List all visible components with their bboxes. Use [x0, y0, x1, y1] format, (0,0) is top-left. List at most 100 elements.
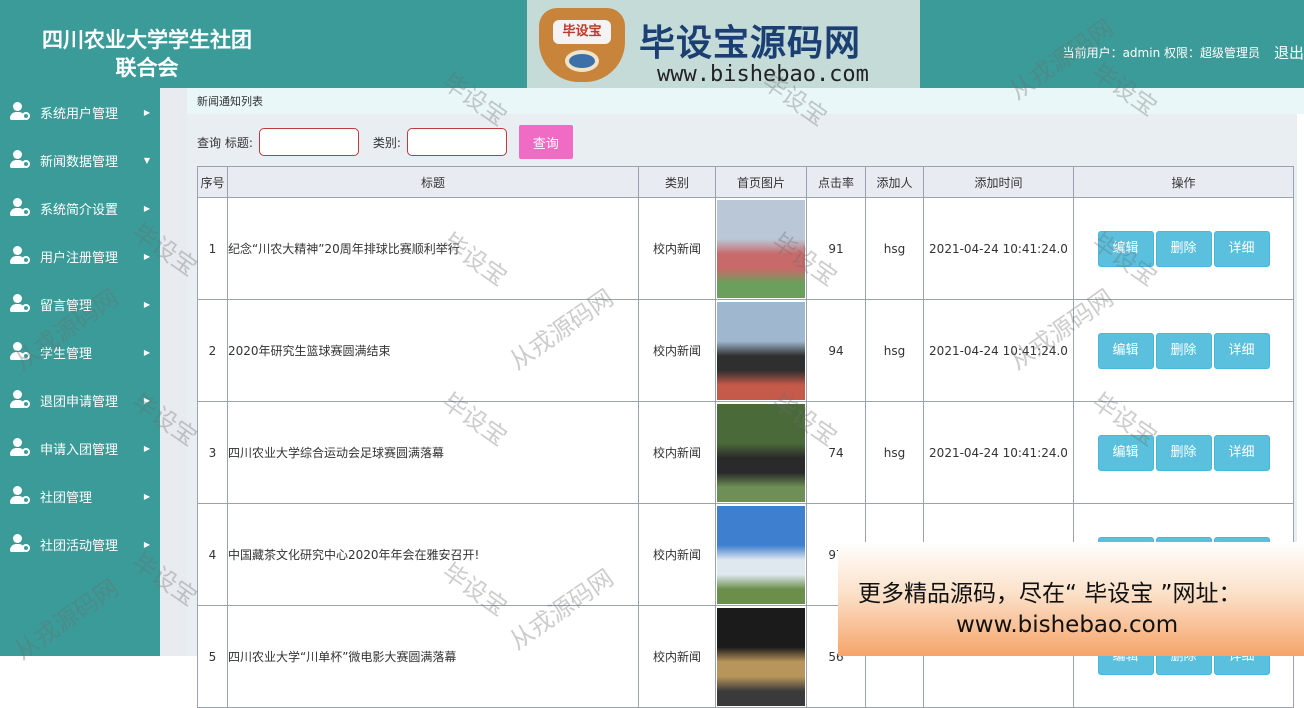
col-header-actions: 操作: [1073, 166, 1294, 198]
news-thumbnail-image: [717, 403, 805, 502]
cell-category: 校内新闻: [638, 503, 716, 606]
cell-no: 2: [197, 299, 228, 402]
user-gear-icon: [10, 389, 32, 411]
cell-time: 2021-04-24 10:41:24.0: [923, 299, 1074, 402]
cell-no: 3: [197, 401, 228, 504]
chevron-right-icon: ▶: [143, 395, 150, 405]
app-title: 四川农业大学学生社团 联合会: [12, 26, 282, 82]
news-thumbnail-image: [717, 301, 805, 400]
logo-name: 毕设宝源码网: [639, 23, 862, 64]
cell-title: 中国藏茶文化研究中心2020年年会在雅安召开!: [227, 503, 639, 606]
content-gutter: [160, 88, 187, 656]
cell-image: [715, 605, 807, 708]
promo-banner: 更多精品源码，尽在“ 毕设宝 ”网址： www.bishebao.com: [838, 542, 1304, 656]
cell-actions: 编辑删除详细: [1073, 299, 1294, 402]
category-search-input[interactable]: [406, 128, 507, 156]
breadcrumb: 新闻通知列表: [187, 88, 1304, 114]
sidebar-item-withdraw-requests[interactable]: 退团申请管理 ▶: [0, 376, 160, 424]
table-row: 3 四川农业大学综合运动会足球赛圆满落幕 校内新闻 74 hsg 2021-04…: [197, 401, 1294, 504]
edit-button[interactable]: 编辑: [1097, 332, 1154, 369]
cell-category: 校内新闻: [638, 605, 716, 708]
cell-time: 2021-04-24 10:41:24.0: [923, 401, 1074, 504]
chevron-right-icon: ▶: [143, 251, 150, 261]
cell-image: [715, 197, 807, 300]
cell-author: hsg: [865, 197, 924, 300]
cell-image: [715, 299, 807, 402]
cell-image: [715, 503, 807, 606]
sidebar-item-join-requests[interactable]: 申请入团管理 ▶: [0, 424, 160, 472]
search-button[interactable]: 查询: [518, 125, 573, 159]
col-header-title: 标题: [227, 166, 639, 198]
user-gear-icon: [10, 245, 32, 267]
sidebar-item-label: 用户注册管理: [40, 250, 119, 266]
delete-button[interactable]: 删除: [1155, 332, 1212, 369]
chevron-right-icon: ▶: [143, 299, 150, 309]
chevron-right-icon: ▶: [143, 347, 150, 357]
chevron-right-icon: ▶: [143, 443, 150, 453]
sidebar-item-user-registration[interactable]: 用户注册管理 ▶: [0, 232, 160, 280]
cell-actions: 编辑删除详细: [1073, 401, 1294, 504]
sidebar-item-news-data[interactable]: 新闻数据管理 ▼: [0, 136, 160, 184]
sidebar-item-system-users[interactable]: 系统用户管理 ▶: [0, 88, 160, 136]
cell-clicks: 91: [806, 197, 866, 300]
detail-button[interactable]: 详细: [1213, 434, 1270, 471]
cell-title: 四川农业大学“川单杯”微电影大赛圆满落幕: [227, 605, 639, 708]
cell-no: 4: [197, 503, 228, 606]
user-gear-icon: [10, 533, 32, 555]
user-gear-icon: [10, 341, 32, 363]
col-header-time: 添加时间: [923, 166, 1074, 198]
app-title-line1: 四川农业大学学生社团: [42, 27, 252, 52]
col-header-clicks: 点击率: [806, 166, 866, 198]
table-header-row: 序号 标题 类别 首页图片 点击率 添加人 添加时间 操作: [197, 166, 1294, 198]
sidebar-item-label: 留言管理: [40, 298, 93, 314]
logout-link[interactable]: 退出: [1274, 42, 1304, 63]
detail-button[interactable]: 详细: [1213, 332, 1270, 369]
sidebar-item-messages[interactable]: 留言管理 ▶: [0, 280, 160, 328]
sidebar-item-label: 新闻数据管理: [40, 154, 119, 170]
logo-url: www.bishebao.com: [657, 62, 869, 87]
edit-button[interactable]: 编辑: [1097, 230, 1154, 267]
edit-button[interactable]: 编辑: [1097, 434, 1154, 471]
sidebar-item-system-intro[interactable]: 系统简介设置 ▶: [0, 184, 160, 232]
delete-button[interactable]: 删除: [1155, 434, 1212, 471]
col-header-author: 添加人: [865, 166, 924, 198]
category-search-label: 类别:: [372, 135, 401, 150]
cell-time: 2021-04-24 10:41:24.0: [923, 197, 1074, 300]
logo-ring-icon: [565, 50, 599, 72]
col-header-image: 首页图片: [715, 166, 807, 198]
sidebar-item-club-activities[interactable]: 社团活动管理 ▶: [0, 520, 160, 568]
site-logo: 毕设宝 毕设宝源码网 www.bishebao.com: [527, 0, 920, 88]
sidebar-item-label: 退团申请管理: [40, 394, 119, 410]
user-gear-icon: [10, 293, 32, 315]
delete-button[interactable]: 删除: [1155, 230, 1212, 267]
sidebar-item-clubs[interactable]: 社团管理 ▶: [0, 472, 160, 520]
detail-button[interactable]: 详细: [1213, 230, 1270, 267]
cell-author: hsg: [865, 299, 924, 402]
user-gear-icon: [10, 101, 32, 123]
table-row: 1 纪念“川农大精神”20周年排球比赛顺利举行 校内新闻 91 hsg 2021…: [197, 197, 1294, 300]
sidebar-item-label: 系统用户管理: [40, 106, 119, 122]
cell-title: 四川农业大学综合运动会足球赛圆满落幕: [227, 401, 639, 504]
sidebar-item-label: 社团活动管理: [40, 538, 119, 554]
chevron-down-icon: ▼: [143, 155, 150, 165]
cell-clicks: 94: [806, 299, 866, 402]
sidebar-item-label: 社团管理: [40, 490, 93, 506]
logo-badge-icon: 毕设宝: [539, 8, 625, 82]
col-header-no: 序号: [197, 166, 228, 198]
user-gear-icon: [10, 437, 32, 459]
news-thumbnail-image: [717, 505, 805, 604]
cell-title: 2020年研究生篮球赛圆满结束: [227, 299, 639, 402]
promo-url: www.bishebao.com: [956, 612, 1179, 638]
table-row: 2 2020年研究生篮球赛圆满结束 校内新闻 94 hsg 2021-04-24…: [197, 299, 1294, 402]
sidebar-item-students[interactable]: 学生管理 ▶: [0, 328, 160, 376]
col-header-category: 类别: [638, 166, 716, 198]
title-search-input[interactable]: [258, 128, 359, 156]
logo-badge-text: 毕设宝: [553, 20, 611, 44]
user-gear-icon: [10, 197, 32, 219]
chevron-right-icon: ▶: [143, 539, 150, 549]
title-search-label: 查询 标题:: [197, 135, 253, 150]
user-gear-icon: [10, 149, 32, 171]
cell-no: 5: [197, 605, 228, 708]
cell-no: 1: [197, 197, 228, 300]
sidebar-item-label: 申请入团管理: [40, 442, 119, 458]
